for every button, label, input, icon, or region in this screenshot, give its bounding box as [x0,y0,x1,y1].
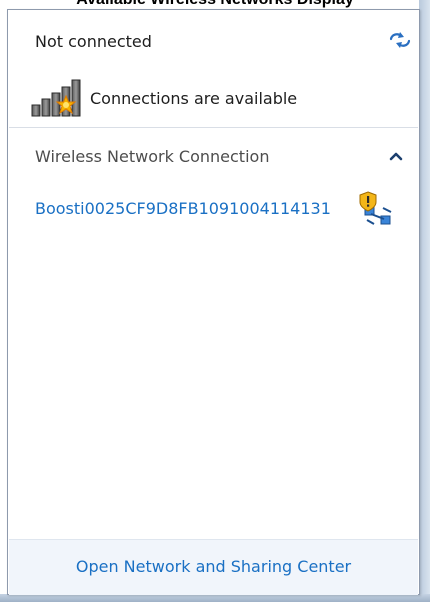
wireless-section-title: Wireless Network Connection [35,147,270,166]
refresh-button[interactable] [386,28,414,52]
connection-status-title: Not connected [35,32,152,51]
open-network-sharing-center-link[interactable]: Open Network and Sharing Center [9,557,418,576]
wireless-section-header[interactable]: Wireless Network Connection [9,142,418,170]
chevron-up-icon [389,152,403,161]
window-frame-bottom [0,594,430,602]
section-divider [9,127,418,128]
connections-available-label: Connections are available [90,88,298,108]
network-flyout-screen: Available Wireless Networks Display Not … [0,0,430,602]
network-name: Boosti0025CF9D8FB1091004114131 [35,199,331,218]
cropped-caption: Available Wireless Networks Display [0,0,430,9]
footer-bar: Open Network and Sharing Center [9,539,418,595]
signal-bars-available-icon [31,79,81,117]
connections-available-row: Connections are available [30,78,297,118]
refresh-arrows-icon [389,32,411,48]
network-flyout-panel: Not connected Connections are available … [7,9,420,595]
window-frame-right [419,0,430,602]
network-list-item[interactable]: Boosti0025CF9D8FB1091004114131 [9,186,418,230]
secured-network-icon [359,191,392,225]
